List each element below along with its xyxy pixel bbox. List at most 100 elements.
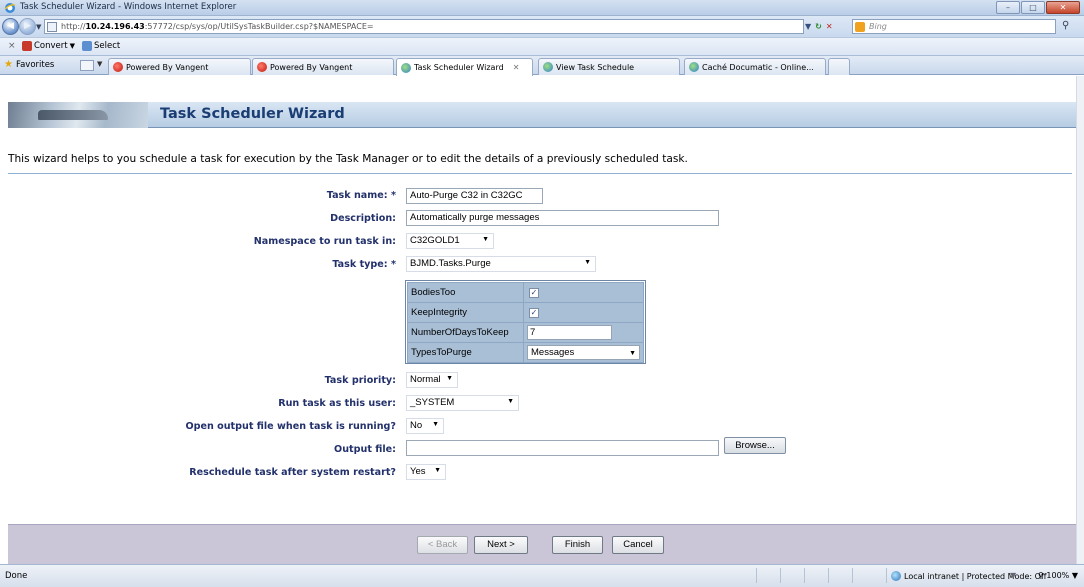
address-bar: ◀ ▶ ▼ http://10.24.196.43:57772/csp/sys/… — [0, 16, 1084, 37]
setting-row-bodiestoo: BodiesToo ✓ — [407, 282, 644, 303]
browse-button[interactable]: Browse... — [724, 437, 786, 454]
reschedule-select[interactable]: Yes ▼ — [406, 464, 446, 480]
search-input[interactable]: Bing — [852, 19, 1056, 34]
window-title: Task Scheduler Wizard - Windows Internet… — [20, 2, 237, 12]
setting-row-keepintegrity: KeepIntegrity ✓ — [407, 302, 644, 323]
dropdown-arrow-icon: ▼ — [507, 398, 514, 405]
zoom-level[interactable]: ⚲ 100% ▼ — [1038, 571, 1078, 580]
typestopurge-select[interactable]: Messages ▼ — [527, 345, 640, 360]
tab-label: Powered By Vangent — [126, 62, 209, 72]
maximize-button[interactable]: □ — [1021, 1, 1045, 14]
output-file-input[interactable] — [406, 440, 719, 456]
history-dropdown-icon[interactable]: ▼ — [36, 23, 41, 31]
url-dropdown-icon[interactable]: ▼ — [805, 22, 811, 31]
zone-text: Local intranet | Protected Mode: Off — [904, 571, 1047, 581]
page-content: Task Scheduler Wizard This wizard helps … — [0, 76, 1076, 564]
refresh-icon[interactable]: ↻ — [815, 22, 822, 31]
back-nav-button[interactable]: ◀ — [2, 18, 19, 35]
dropdown-arrow-icon: ▼ — [432, 421, 439, 428]
select-icon — [82, 41, 92, 51]
convert-icon — [22, 41, 32, 51]
setting-name: NumberOfDaysToKeep — [407, 322, 524, 343]
namespace-label: Namespace to run task in: — [253, 236, 396, 247]
vertical-scrollbar[interactable] — [1076, 76, 1084, 564]
status-divider — [852, 568, 853, 583]
star-icon: ★ — [4, 59, 13, 70]
bodiestoo-checkbox[interactable]: ✓ — [529, 288, 539, 298]
numberofdaystokeep-input[interactable]: 7 — [527, 325, 612, 340]
vangent-icon — [257, 62, 267, 72]
tab-task-scheduler-wizard[interactable]: Task Scheduler Wizard ✕ — [396, 58, 533, 76]
quick-tabs-icon[interactable] — [80, 60, 94, 71]
task-type-select[interactable]: BJMD.Tasks.Purge ▼ — [406, 256, 596, 272]
task-settings-panel: BodiesToo ✓ KeepIntegrity ✓ NumberOfDays… — [405, 280, 646, 364]
status-divider — [756, 568, 757, 583]
select-button[interactable]: Select — [82, 41, 120, 51]
tab-label: View Task Schedule — [556, 62, 635, 72]
status-divider — [780, 568, 781, 583]
dropdown-arrow-icon: ▼ — [446, 375, 453, 382]
status-divider — [804, 568, 805, 583]
tab-label: Caché Documatic - Online... — [702, 62, 814, 72]
security-zone[interactable]: Local intranet | Protected Mode: Off — [891, 571, 1046, 581]
output-file-label: Output file: — [334, 444, 396, 455]
protected-mode-dropdown-icon[interactable]: ▼ — [1010, 571, 1016, 580]
ie-page-icon — [401, 62, 411, 73]
tab-powered-by-vangent-2[interactable]: Powered By Vangent — [252, 58, 394, 75]
favorites-button[interactable]: ★ Favorites — [4, 59, 54, 70]
ie-page-icon — [543, 62, 553, 72]
run-as-user-select[interactable]: _SYSTEM ▼ — [406, 395, 519, 411]
page-icon — [47, 22, 57, 32]
back-button[interactable]: < Back — [417, 536, 468, 554]
tab-bar: ★ Favorites ▼ Powered By Vangent Powered… — [0, 55, 1084, 76]
search-icon[interactable]: ⚲ — [1062, 20, 1069, 31]
description-input[interactable]: Automatically purge messages — [406, 210, 719, 226]
divider — [8, 173, 1072, 174]
tab-view-task-schedule[interactable]: View Task Schedule — [538, 58, 680, 75]
minimize-icon: – — [1006, 3, 1010, 12]
reschedule-label: Reschedule task after system restart? — [189, 467, 396, 478]
status-text: Done — [5, 571, 28, 581]
status-divider — [828, 568, 829, 583]
globe-icon — [891, 571, 901, 581]
open-output-label: Open output file when task is running? — [185, 421, 396, 432]
cancel-button[interactable]: Cancel — [612, 536, 664, 554]
task-name-label: Task name: * — [326, 190, 396, 201]
close-window-button[interactable]: ✕ — [1046, 1, 1080, 14]
setting-name: KeepIntegrity — [407, 302, 524, 323]
task-priority-label: Task priority: — [324, 375, 396, 386]
page-title: Task Scheduler Wizard — [160, 106, 345, 122]
finish-button[interactable]: Finish — [552, 536, 603, 554]
dropdown-arrow-icon: ▼ — [434, 467, 441, 474]
task-name-input[interactable]: Auto-Purge C32 in C32GC — [406, 188, 543, 204]
tab-powered-by-vangent-1[interactable]: Powered By Vangent — [108, 58, 251, 75]
command-bar: × Convert ▼ Select — [0, 37, 1084, 55]
minimize-button[interactable]: – — [996, 1, 1020, 14]
run-as-user-label: Run task as this user: — [278, 398, 396, 409]
namespace-select[interactable]: C32GOLD1 ▼ — [406, 233, 494, 249]
setting-name: BodiesToo — [407, 282, 524, 303]
close-toolbar-icon[interactable]: × — [8, 41, 16, 51]
keepintegrity-checkbox[interactable]: ✓ — [529, 308, 539, 318]
ie-logo-icon — [4, 2, 16, 14]
dropdown-arrow-icon: ▼ — [482, 236, 489, 243]
tab-cache-documatic[interactable]: Caché Documatic - Online... — [684, 58, 826, 75]
next-button[interactable]: Next > — [474, 536, 528, 554]
status-bar: Done Local intranet | Protected Mode: Of… — [0, 564, 1084, 587]
convert-button[interactable]: Convert ▼ — [22, 41, 75, 51]
task-priority-select[interactable]: Normal ▼ — [406, 372, 458, 388]
tab-label: Powered By Vangent — [270, 62, 353, 72]
tab-list-dropdown-icon[interactable]: ▼ — [97, 60, 102, 68]
status-divider — [886, 568, 887, 583]
close-tab-icon[interactable]: ✕ — [513, 63, 520, 72]
close-icon: ✕ — [1059, 3, 1067, 12]
url-input[interactable]: http://10.24.196.43:57772/csp/sys/op/Uti… — [44, 19, 804, 34]
page-banner: Task Scheduler Wizard — [8, 102, 1076, 128]
setting-row-typestopurge: TypesToPurge Messages ▼ — [407, 342, 644, 363]
forward-nav-button[interactable]: ▶ — [19, 18, 36, 35]
setting-name: TypesToPurge — [407, 342, 524, 363]
new-tab-button[interactable] — [828, 58, 850, 75]
open-output-select[interactable]: No ▼ — [406, 418, 444, 434]
chevron-down-icon: ▼ — [69, 42, 76, 50]
stop-icon[interactable]: ✕ — [826, 22, 833, 31]
